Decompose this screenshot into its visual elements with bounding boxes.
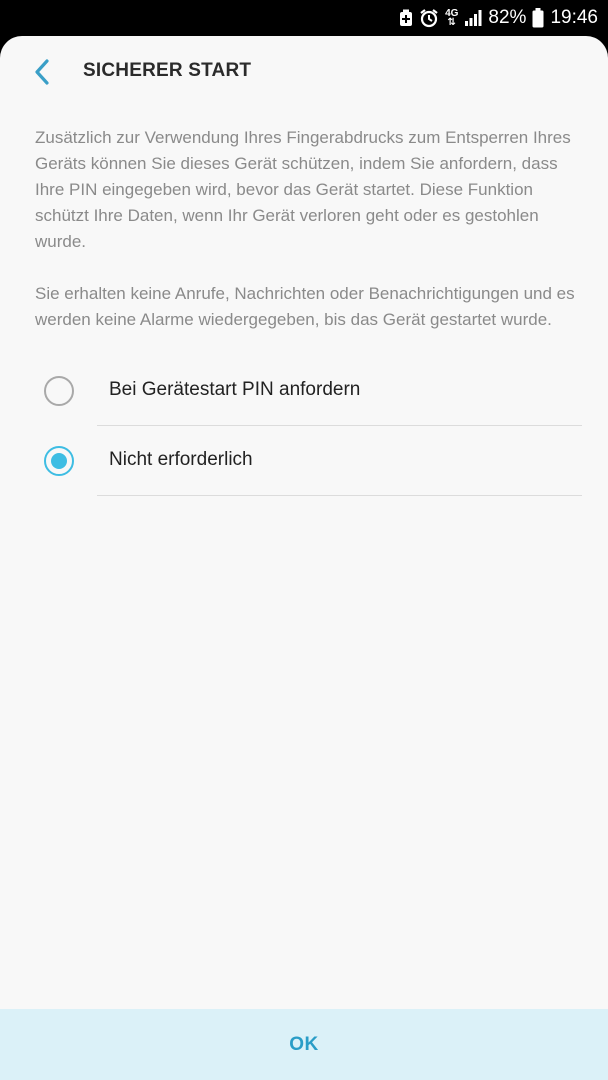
network-4g-icon: 4G ⇅ — [445, 8, 459, 28]
description-paragraph-2: Sie erhalten keine Anrufe, Nachrichten o… — [35, 284, 575, 329]
header: SICHERER START — [0, 36, 608, 108]
back-button[interactable] — [26, 54, 58, 90]
status-bar: 4G ⇅ 82% 19:46 — [0, 0, 608, 36]
page-title: SICHERER START — [83, 60, 252, 81]
battery-saver-icon — [399, 9, 413, 27]
radio-button-selected[interactable] — [44, 446, 74, 476]
option-label: Bei Gerätestart PIN anfordern — [109, 379, 361, 400]
description-paragraph-1: Zusätzlich zur Verwendung Ihres Fingerab… — [35, 128, 571, 251]
ok-button[interactable]: OK — [0, 1009, 608, 1080]
option-require-pin[interactable]: Bei Gerätestart PIN anfordern — [0, 356, 608, 426]
alarm-icon — [419, 8, 439, 28]
status-time: 19:46 — [550, 7, 598, 28]
chevron-left-icon — [35, 59, 49, 85]
option-label: Nicht erforderlich — [109, 449, 253, 470]
secure-start-screen: SICHERER START Zusätzlich zur Verwendung… — [0, 36, 608, 1080]
radio-button[interactable] — [44, 376, 74, 406]
option-not-required[interactable]: Nicht erforderlich — [0, 426, 608, 496]
divider — [97, 495, 582, 496]
battery-percent: 82% — [488, 7, 527, 28]
battery-icon — [532, 8, 544, 28]
ok-button-label: OK — [289, 1033, 319, 1055]
signal-icon — [464, 9, 482, 27]
